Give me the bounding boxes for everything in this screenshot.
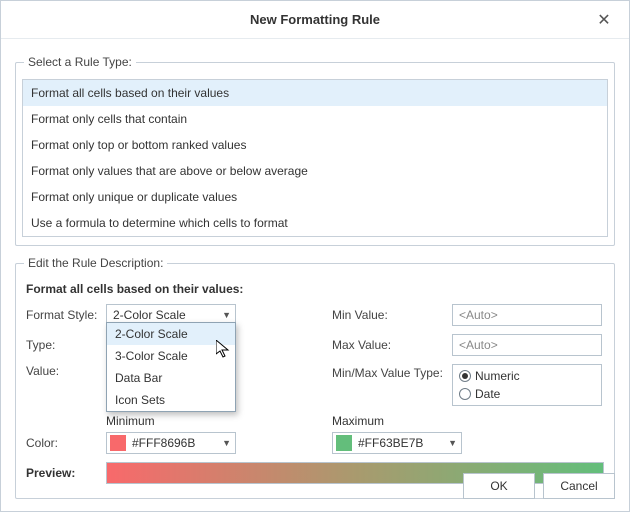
ok-button[interactable]: OK — [463, 473, 535, 499]
max-color-value: #FF63BE7B — [358, 436, 448, 450]
format-style-value: 2-Color Scale — [113, 308, 186, 322]
rule-type-item[interactable]: Format only unique or duplicate values — [23, 184, 607, 210]
format-style-label: Format Style: — [26, 308, 106, 322]
format-style-dropdown[interactable]: 2-Color Scale 3-Color Scale Data Bar Ico… — [106, 322, 236, 412]
minmax-type-label: Min/Max Value Type: — [332, 364, 452, 380]
minimum-header: Minimum — [106, 414, 332, 428]
max-color-combo[interactable]: #FF63BE7B ▼ — [332, 432, 462, 454]
minmax-type-radio-group: Numeric Date — [452, 364, 602, 406]
rule-type-list[interactable]: Format all cells based on their values F… — [22, 79, 608, 237]
radio-date-label: Date — [475, 385, 500, 403]
chevron-down-icon: ▼ — [222, 438, 231, 448]
row-color: Color: #FFF8696B ▼ #FF63BE7B ▼ — [26, 432, 604, 454]
type-label: Type: — [26, 338, 106, 352]
radio-icon — [459, 370, 471, 382]
rule-type-item[interactable]: Format only cells that contain — [23, 106, 607, 132]
max-value-label: Max Value: — [332, 338, 452, 352]
radio-icon — [459, 388, 471, 400]
min-color-value: #FFF8696B — [132, 436, 222, 450]
rule-type-item[interactable]: Format all cells based on their values — [23, 80, 607, 106]
radio-numeric-label: Numeric — [475, 367, 520, 385]
chevron-down-icon: ▼ — [222, 310, 231, 320]
rule-description-heading: Format all cells based on their values: — [26, 282, 604, 296]
maximum-header: Maximum — [332, 414, 604, 428]
close-button[interactable]: ✕ — [585, 1, 623, 39]
min-value-input[interactable]: <Auto> — [452, 304, 602, 326]
preview-label: Preview: — [26, 466, 106, 480]
min-color-swatch — [110, 435, 126, 451]
max-color-swatch — [336, 435, 352, 451]
cancel-button[interactable]: Cancel — [543, 473, 615, 499]
value-label: Value: — [26, 364, 106, 378]
rule-type-item[interactable]: Use a formula to determine which cells t… — [23, 210, 607, 236]
dropdown-item-iconsets[interactable]: Icon Sets — [107, 389, 235, 411]
titlebar: New Formatting Rule ✕ — [1, 1, 629, 39]
radio-numeric[interactable]: Numeric — [459, 367, 595, 385]
chevron-down-icon: ▼ — [448, 438, 457, 448]
dropdown-item-2color[interactable]: 2-Color Scale — [107, 323, 235, 345]
min-value-text: <Auto> — [459, 308, 498, 322]
rule-type-group: Select a Rule Type: Format all cells bas… — [15, 55, 615, 246]
row-minmax-headers: Minimum Maximum — [26, 414, 604, 428]
rule-type-legend: Select a Rule Type: — [24, 55, 136, 69]
rule-description-group: Edit the Rule Description: Format all ce… — [15, 256, 615, 499]
dropdown-item-3color[interactable]: 3-Color Scale — [107, 345, 235, 367]
min-value-label: Min Value: — [332, 308, 452, 322]
max-value-text: <Auto> — [459, 338, 498, 352]
close-icon: ✕ — [597, 10, 610, 30]
max-value-input[interactable]: <Auto> — [452, 334, 602, 356]
dialog-window: New Formatting Rule ✕ Select a Rule Type… — [0, 0, 630, 512]
rule-type-item[interactable]: Format only top or bottom ranked values — [23, 132, 607, 158]
min-color-combo[interactable]: #FFF8696B ▼ — [106, 432, 236, 454]
radio-date[interactable]: Date — [459, 385, 595, 403]
rule-description-body: Format all cells based on their values: … — [16, 276, 614, 498]
dialog-buttons: OK Cancel — [463, 473, 615, 499]
color-label: Color: — [26, 436, 106, 450]
rule-type-item[interactable]: Format only values that are above or bel… — [23, 158, 607, 184]
dialog-content: Select a Rule Type: Format all cells bas… — [1, 39, 629, 499]
dropdown-item-databar[interactable]: Data Bar — [107, 367, 235, 389]
rule-description-legend: Edit the Rule Description: — [24, 256, 167, 270]
dialog-title: New Formatting Rule — [250, 12, 380, 27]
